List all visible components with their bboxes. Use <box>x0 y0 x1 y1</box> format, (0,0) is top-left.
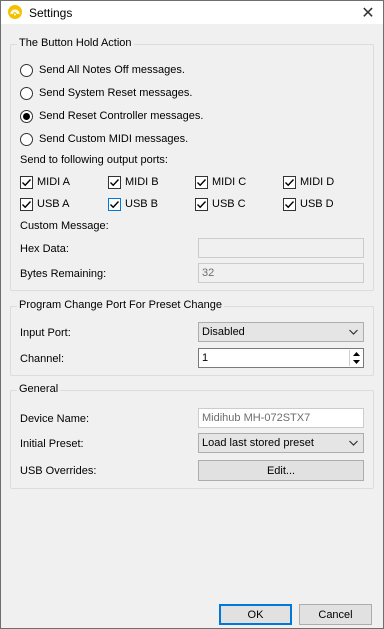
checkbox-usb-d-box[interactable] <box>283 197 296 211</box>
hex-data-label: Hex Data: <box>20 243 69 255</box>
radio-all-notes-off[interactable]: Send All Notes Off messages. <box>20 62 185 78</box>
checkbox-usb-b[interactable]: USB B <box>108 196 158 212</box>
checkbox-midi-d-box[interactable] <box>283 175 296 189</box>
program-change-title: Program Change Port For Preset Change <box>17 299 224 311</box>
checkbox-usb-a-label: USB A <box>37 198 70 210</box>
title-bar: Settings ✕ <box>1 1 383 24</box>
checkbox-usb-c-label: USB C <box>212 198 246 210</box>
chevron-down-icon <box>349 329 358 335</box>
device-name-input[interactable]: Midihub MH-072STX7 <box>198 408 364 428</box>
radio-custom-midi-label: Send Custom MIDI messages. <box>39 133 189 145</box>
settings-window: Settings ✕ The Button Hold Action Send A… <box>0 0 384 629</box>
edit-usb-overrides-button[interactable]: Edit... <box>198 460 364 481</box>
radio-system-reset[interactable]: Send System Reset messages. <box>20 85 192 101</box>
checkbox-usb-a[interactable]: USB A <box>20 196 69 212</box>
triangle-up-icon <box>352 352 360 356</box>
radio-reset-controller[interactable]: Send Reset Controller messages. <box>20 108 203 124</box>
program-change-group: Program Change Port For Preset Change In… <box>10 299 374 376</box>
custom-message-label: Custom Message: <box>20 220 109 232</box>
channel-label: Channel: <box>20 353 65 365</box>
radio-all-notes-off-label: Send All Notes Off messages. <box>39 64 185 76</box>
input-port-value: Disabled <box>202 326 245 338</box>
checkbox-midi-d[interactable]: MIDI D <box>283 174 334 190</box>
input-port-dropdown[interactable]: Disabled <box>198 322 364 342</box>
initial-preset-label: Initial Preset: <box>20 438 84 450</box>
checkbox-midi-b[interactable]: MIDI B <box>108 174 159 190</box>
input-port-label: Input Port: <box>20 327 71 339</box>
spin-buttons <box>349 350 362 366</box>
checkbox-usb-a-box[interactable] <box>20 197 33 211</box>
usb-overrides-label: USB Overrides: <box>20 465 97 477</box>
radio-custom-midi[interactable]: Send Custom MIDI messages. <box>20 131 188 147</box>
check-icon <box>285 200 295 208</box>
radio-system-reset-indicator[interactable] <box>20 86 33 100</box>
triangle-down-icon <box>352 360 360 364</box>
checkbox-midi-a-label: MIDI A <box>37 176 71 188</box>
initial-preset-dropdown[interactable]: Load last stored preset <box>198 433 364 453</box>
radio-system-reset-label: Send System Reset messages. <box>39 87 193 99</box>
chevron-down-icon <box>349 440 358 446</box>
checkbox-midi-c[interactable]: MIDI C <box>195 174 246 190</box>
radio-reset-controller-indicator[interactable] <box>20 109 33 123</box>
hex-data-input[interactable] <box>198 238 364 258</box>
checkbox-midi-c-box[interactable] <box>195 175 208 189</box>
check-icon <box>285 178 295 186</box>
checkbox-midi-d-label: MIDI D <box>300 176 335 188</box>
initial-preset-value: Load last stored preset <box>202 437 314 449</box>
close-button[interactable]: ✕ <box>353 1 383 24</box>
check-icon <box>110 178 120 186</box>
cancel-button[interactable]: Cancel <box>299 604 372 625</box>
checkbox-usb-d[interactable]: USB D <box>283 196 334 212</box>
check-icon <box>197 178 207 186</box>
checkbox-midi-b-label: MIDI B <box>125 176 159 188</box>
bytes-remaining-label: Bytes Remaining: <box>20 268 107 280</box>
ports-label: Send to following output ports: <box>20 154 168 166</box>
channel-spinbox[interactable]: 1 <box>198 348 364 368</box>
checkbox-midi-b-box[interactable] <box>108 175 121 189</box>
checkbox-usb-c-box[interactable] <box>195 197 208 211</box>
spin-down-button[interactable] <box>350 358 362 366</box>
radio-all-notes-off-indicator[interactable] <box>20 63 33 77</box>
channel-value: 1 <box>202 352 209 364</box>
button-hold-group: The Button Hold Action Send All Notes Of… <box>10 37 374 291</box>
checkbox-usb-b-label: USB B <box>125 198 159 210</box>
spin-up-button[interactable] <box>350 350 362 358</box>
check-icon <box>22 200 32 208</box>
checkbox-usb-d-label: USB D <box>300 198 334 210</box>
checkbox-midi-a[interactable]: MIDI A <box>20 174 70 190</box>
device-name-label: Device Name: <box>20 413 90 425</box>
check-icon <box>197 200 207 208</box>
radio-custom-midi-indicator[interactable] <box>20 132 33 146</box>
check-icon <box>110 200 120 208</box>
close-icon[interactable]: ✕ <box>361 3 374 23</box>
checkbox-midi-c-label: MIDI C <box>212 176 247 188</box>
bytes-remaining-field: 32 <box>198 263 364 283</box>
radio-reset-controller-label: Send Reset Controller messages. <box>39 110 204 122</box>
window-title: Settings <box>29 6 73 20</box>
checkbox-usb-b-box[interactable] <box>108 197 121 211</box>
checkbox-usb-c[interactable]: USB C <box>195 196 246 212</box>
ok-button[interactable]: OK <box>219 604 292 625</box>
general-group: General Device Name: Midihub MH-072STX7 … <box>10 383 374 489</box>
checkbox-midi-a-box[interactable] <box>20 175 33 189</box>
check-icon <box>22 178 32 186</box>
general-title: General <box>17 383 61 395</box>
app-icon <box>8 5 22 19</box>
button-hold-title: The Button Hold Action <box>17 37 134 49</box>
